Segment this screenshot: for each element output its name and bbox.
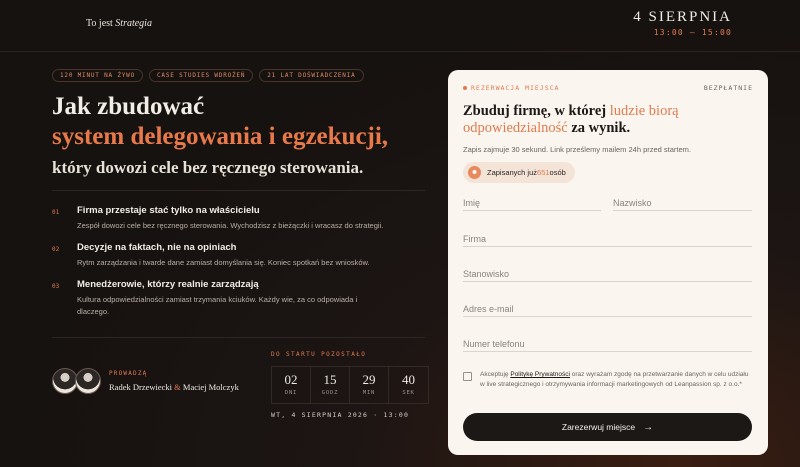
countdown-minutes: 29 MIN [350, 367, 389, 403]
feature-number: 01 [52, 209, 60, 216]
hosts-label: PROWADZĄ [109, 370, 148, 377]
form-heading-accent: odpowiedzialność [463, 120, 568, 137]
first-name-field[interactable] [463, 193, 601, 211]
free-label: BEZPŁATNIE [703, 84, 753, 92]
countdown-value: 15 [323, 372, 337, 387]
countdown: DO STARTU POZOSTAŁO 02 DNI 15 GODZ 29 MI… [271, 351, 429, 419]
phone-input[interactable] [463, 339, 752, 349]
position-field[interactable] [463, 264, 752, 282]
company-input[interactable] [463, 234, 752, 244]
header-divider [0, 51, 800, 52]
event-date-block: 4 SIERPNIA 13:00 – 15:00 [633, 9, 732, 37]
feature-title: Decyzje na faktach, nie na opiniach [77, 242, 237, 253]
badge-dot-icon [463, 86, 467, 90]
host-name: Radek Drzewiecki [109, 382, 173, 392]
section-divider [52, 337, 425, 338]
countdown-value: 40 [402, 372, 415, 387]
tag-live: 120 MINUT NA ŻYWO [52, 69, 144, 82]
title-line-1: Jak zbudować [52, 93, 205, 120]
signup-count-badge: ☻ Zapisanych już 651 osób [463, 161, 575, 183]
last-name-field[interactable] [613, 193, 752, 211]
reservation-label: REZERWACJA MIEJSCA [471, 84, 560, 92]
consent-text: Akceptuję Politykę Prywatności oraz wyra… [480, 370, 753, 391]
position-input[interactable] [463, 269, 752, 279]
section-divider [52, 190, 425, 191]
form-subtitle: Zapis zajmuje 30 sekund. Link prześlemy … [463, 144, 692, 154]
tag-list: 120 MINUT NA ŻYWO CASE STUDIES WDROŻEŃ 2… [52, 69, 364, 82]
feature-title: Menedżerowie, którzy realnie zarządzają [77, 279, 259, 290]
company-field[interactable] [463, 229, 752, 247]
arrow-right-icon: → [643, 421, 654, 433]
reserve-button[interactable]: Zarezerwuj miejsce → [463, 413, 752, 441]
consent-pre: Akceptuję [480, 371, 511, 378]
countdown-unit: SEK [402, 390, 415, 396]
hosts-block: PROWADZĄ Radek Drzewiecki & Maciej Molcz… [52, 368, 239, 394]
countdown-label: DO STARTU POZOSTAŁO [271, 351, 367, 358]
tag-experience: 21 LAT DOŚWIADCZENIA [259, 69, 364, 82]
page-title: Jak zbudować system delegowania i egzeku… [52, 93, 432, 177]
form-heading-pre: Zbuduj firmę, w której [463, 103, 610, 119]
feature-number: 03 [52, 283, 60, 290]
privacy-policy-link[interactable]: Politykę Prywatności [510, 371, 570, 378]
title-line-2: system delegowania i egzekucji, [52, 122, 389, 150]
last-name-input[interactable] [613, 198, 752, 208]
feature-item: 03 Menedżerowie, którzy realnie zarządza… [52, 279, 432, 318]
countdown-boxes: 02 DNI 15 GODZ 29 MIN 40 SEK [271, 366, 429, 404]
signup-count: 651 [537, 167, 550, 177]
countdown-days: 02 DNI [272, 367, 311, 403]
registration-card: REZERWACJA MIEJSCA BEZPŁATNIE Zbuduj fir… [448, 70, 768, 455]
countdown-value: 29 [362, 372, 376, 387]
feature-title: Firma przestaje stać tylko na właściciel… [77, 205, 260, 216]
countdown-unit: GODZ [321, 390, 339, 396]
feature-item: 01 Firma przestaje stać tylko na właścic… [52, 205, 432, 232]
feature-number: 02 [52, 246, 60, 253]
countdown-unit: MIN [362, 390, 376, 396]
consent-checkbox[interactable] [463, 372, 472, 381]
users-icon: ☻ [468, 165, 481, 179]
event-time: 13:00 – 15:00 [653, 28, 732, 37]
avatar [75, 368, 101, 394]
brand-name: Strategia [115, 18, 152, 29]
brand-logo[interactable]: To jest Strategia [86, 18, 152, 29]
form-heading-post: za wynik. [567, 120, 631, 137]
host-ampersand: & [174, 382, 181, 392]
tag-case-studies: CASE STUDIES WDROŻEŃ [149, 69, 254, 82]
title-line-3: który dowozi cele bez ręcznego sterowani… [52, 157, 364, 177]
form-heading: Zbuduj firmę, w której ludzie biorą odpo… [463, 103, 753, 138]
signup-text-pre: Zapisanych już [487, 167, 538, 177]
reserve-button-label: Zarezerwuj miejsce [561, 422, 636, 432]
form-heading-accent: ludzie biorą [609, 103, 679, 119]
reservation-badge: REZERWACJA MIEJSCA [463, 84, 559, 92]
host-name: Maciej Molczyk [182, 382, 239, 392]
email-input[interactable] [463, 304, 752, 314]
first-name-input[interactable] [463, 198, 601, 208]
countdown-value: 02 [284, 372, 298, 387]
countdown-date: WT, 4 SIERPNIA 2026 · 13:00 [271, 411, 410, 419]
feature-desc: Kultura odpowiedzialności zamiast trzyma… [77, 295, 358, 316]
consent-block: Akceptuję Politykę Prywatności oraz wyra… [463, 370, 753, 391]
host-names: Radek Drzewiecki & Maciej Molczyk [109, 382, 239, 392]
email-field[interactable] [463, 299, 752, 317]
event-date: 4 SIERPNIA [633, 9, 732, 25]
signup-text-post: osób [549, 167, 566, 177]
feature-desc: Zespół dowozi cele bez ręcznego sterowan… [77, 221, 384, 230]
feature-item: 02 Decyzje na faktach, nie na opiniach R… [52, 242, 432, 269]
countdown-unit: DNI [284, 390, 298, 396]
feature-list: 01 Firma przestaje stać tylko na właścic… [52, 205, 432, 328]
brand-prefix: To jest [86, 18, 113, 29]
countdown-seconds: 40 SEK [389, 367, 428, 403]
countdown-hours: 15 GODZ [311, 367, 350, 403]
feature-desc: Rytm zarządzania i twarde dane zamiast d… [77, 258, 370, 267]
phone-field[interactable] [463, 334, 752, 352]
